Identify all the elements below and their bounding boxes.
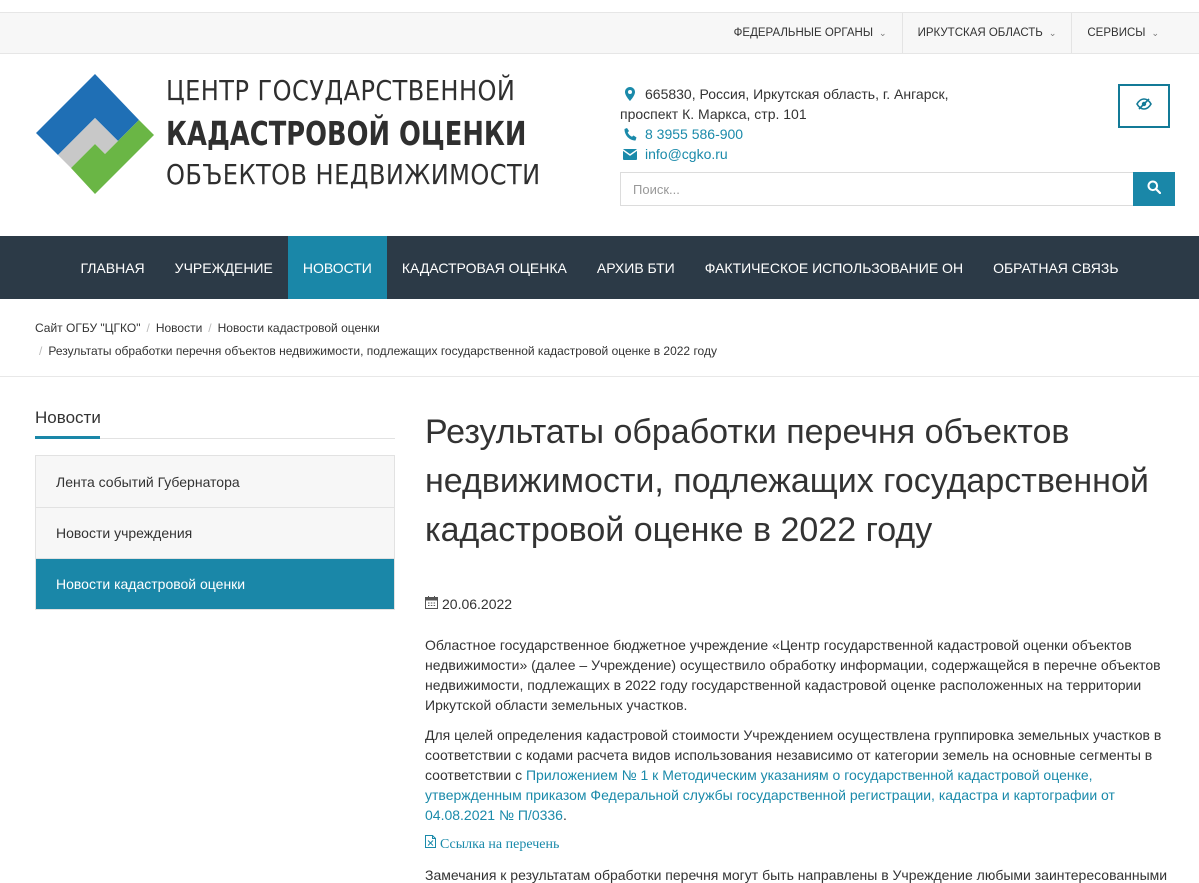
list-document-link[interactable]: Ссылка на перечень xyxy=(425,835,1175,855)
main-navigation: ГЛАВНАЯ УЧРЕЖДЕНИЕ НОВОСТИ КАДАСТРОВАЯ О… xyxy=(0,236,1199,299)
list-document-link-label: Ссылка на перечень xyxy=(440,837,560,852)
logo-text-line1: ЦЕНТР ГОСУДАРСТВЕННОЙ xyxy=(166,74,516,107)
breadcrumb-separator: / xyxy=(208,321,212,335)
top-menu-irkutsk[interactable]: ИРКУТСКАЯ ОБЛАСТЬ ⌄ xyxy=(901,13,1072,53)
header-contacts: 665830, Россия, Иркутская область, г. Ан… xyxy=(620,84,949,164)
breadcrumb-separator: / xyxy=(39,344,43,358)
logo-text-line3: ОБЪЕКТОВ НЕДВИЖИМОСТИ xyxy=(166,158,541,191)
search-input[interactable] xyxy=(620,172,1133,206)
nav-item-actual-use[interactable]: ФАКТИЧЕСКОЕ ИСПОЛЬЗОВАНИЕ ОН xyxy=(690,236,978,299)
sidebar-menu: Лента событий Губернатора Новости учрежд… xyxy=(35,455,395,610)
article-date: 20.06.2022 xyxy=(425,596,512,612)
address-line1: 665830, Россия, Иркутская область, г. Ан… xyxy=(645,86,949,102)
sidebar-title: Новости xyxy=(35,408,101,427)
email-link[interactable]: info@cgko.ru xyxy=(645,144,728,164)
top-menu-label: СЕРВИСЫ xyxy=(1087,27,1146,39)
nav-item-cadastral-valuation[interactable]: КАДАСТРОВАЯ ОЦЕНКА xyxy=(387,236,582,299)
phone-link[interactable]: 8 3955 586-900 xyxy=(645,124,743,144)
chevron-down-icon: ⌄ xyxy=(1048,27,1057,38)
article-paragraph: Замечания к результатам обработки перечн… xyxy=(425,867,1168,883)
sidebar-item-governor-events[interactable]: Лента событий Губернатора xyxy=(36,456,394,507)
article-paragraph: Для целей определения кадастровой стоимо… xyxy=(425,725,1175,825)
excel-file-icon xyxy=(425,835,436,855)
breadcrumb-link-news[interactable]: Новости xyxy=(156,321,202,335)
chevron-down-icon: ⌄ xyxy=(879,27,887,38)
address-line2: проспект К. Маркса, стр. 101 xyxy=(620,106,807,122)
logo-text-line2: КАДАСТРОВОЙ ОЦЕНКИ xyxy=(166,114,527,153)
address-row: 665830, Россия, Иркутская область, г. Ан… xyxy=(620,84,949,104)
sidebar-item-cadastral-news[interactable]: Новости кадастровой оценки xyxy=(36,558,394,609)
chevron-down-icon: ⌄ xyxy=(1151,27,1159,38)
search-icon xyxy=(1147,180,1162,199)
nav-item-institution[interactable]: УЧРЕЖДЕНИЕ xyxy=(160,236,288,299)
breadcrumb-separator: / xyxy=(146,321,150,335)
nav-item-news[interactable]: НОВОСТИ xyxy=(287,236,387,299)
logo-mark-icon xyxy=(36,74,154,194)
top-menu-label: ФЕДЕРАЛЬНЫЕ ОРГАНЫ xyxy=(733,27,874,39)
article-body: Областное государственное бюджетное учре… xyxy=(425,635,1175,883)
visually-impaired-button[interactable] xyxy=(1118,84,1170,128)
breadcrumb-link-cadastral-news[interactable]: Новости кадастровой оценки xyxy=(218,321,380,335)
eye-slash-icon xyxy=(1136,97,1152,115)
nav-item-feedback[interactable]: ОБРАТНАЯ СВЯЗЬ xyxy=(978,236,1133,299)
sidebar-item-institution-news[interactable]: Новости учреждения xyxy=(36,507,394,558)
search-form xyxy=(620,172,1175,206)
article-paragraph: Областное государственное бюджетное учре… xyxy=(425,637,1161,713)
phone-row: 8 3955 586-900 xyxy=(620,124,949,144)
page-title: Результаты обработки перечня объектов не… xyxy=(425,413,1149,549)
top-menu-federal[interactable]: ФЕДЕРАЛЬНЫЕ ОРГАНЫ ⌄ xyxy=(719,13,902,53)
sidebar-title-underline xyxy=(35,436,100,439)
nav-item-home[interactable]: ГЛАВНАЯ xyxy=(65,236,159,299)
paragraph-end: . xyxy=(562,807,567,823)
breadcrumb-current: Результаты обработки перечня объектов не… xyxy=(48,344,717,358)
site-logo[interactable]: ЦЕНТР ГОСУДАРСТВЕННОЙ КАДАСТРОВОЙ ОЦЕНКИ… xyxy=(34,72,540,196)
top-menu: ФЕДЕРАЛЬНЫЕ ОРГАНЫ ⌄ ИРКУТСКАЯ ОБЛАСТЬ ⌄… xyxy=(719,13,1174,53)
top-menu-label: ИРКУТСКАЯ ОБЛАСТЬ xyxy=(917,27,1043,39)
map-marker-icon xyxy=(620,87,640,101)
phone-icon xyxy=(620,127,640,141)
email-row: info@cgko.ru xyxy=(620,144,949,164)
top-menu-services[interactable]: СЕРВИСЫ ⌄ xyxy=(1071,13,1174,53)
breadcrumb-link-home[interactable]: Сайт ОГБУ "ЦГКО" xyxy=(35,321,140,335)
breadcrumb: Сайт ОГБУ "ЦГКО" / Новости / Новости кадастр… xyxy=(35,317,1175,363)
calendar-icon xyxy=(425,596,438,612)
content-divider xyxy=(0,376,1199,377)
envelope-icon xyxy=(620,148,640,160)
article-header: Результаты обработки перечня объектов не… xyxy=(425,408,1175,555)
methodology-link[interactable]: Приложением № 1 к Методическим указаниям… xyxy=(425,767,1115,823)
search-button[interactable] xyxy=(1133,172,1175,206)
nav-item-bti-archive[interactable]: АРХИВ БТИ xyxy=(582,236,690,299)
article-date-value: 20.06.2022 xyxy=(442,596,513,612)
top-utility-bar: ФЕДЕРАЛЬНЫЕ ОРГАНЫ ⌄ ИРКУТСКАЯ ОБЛАСТЬ ⌄… xyxy=(0,12,1199,54)
